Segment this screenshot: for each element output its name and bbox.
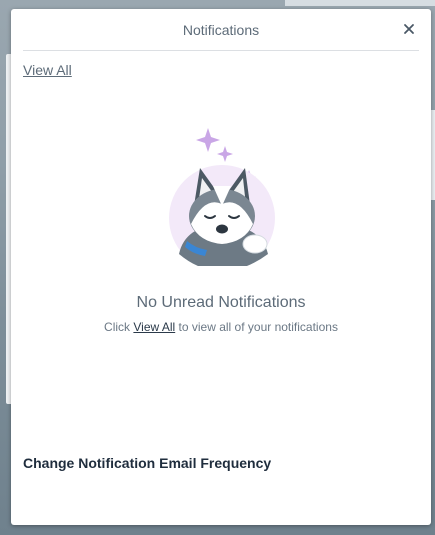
empty-state-subtitle: Click View All to view all of your notif… [11,320,431,334]
view-all-inline-link[interactable]: View All [133,320,175,334]
background-toolbar [285,0,435,13]
close-button[interactable] [401,21,417,37]
panel-header: Notifications [23,9,419,51]
change-email-frequency-link[interactable]: Change Notification Email Frequency [23,455,271,471]
sleeping-husky-illustration [165,126,280,271]
empty-state-title: No Unread Notifications [136,294,306,311]
notifications-panel: Notifications View All No Unread Notific… [11,9,431,525]
subtitle-prefix: Click [104,320,134,334]
close-icon [404,24,414,34]
sparkle-icon [217,146,233,162]
panel-title: Notifications [182,22,260,38]
subtitle-suffix: to view all of your notifications [175,320,338,334]
sparkle-icon [196,128,220,152]
view-all-link[interactable]: View All [23,62,72,78]
